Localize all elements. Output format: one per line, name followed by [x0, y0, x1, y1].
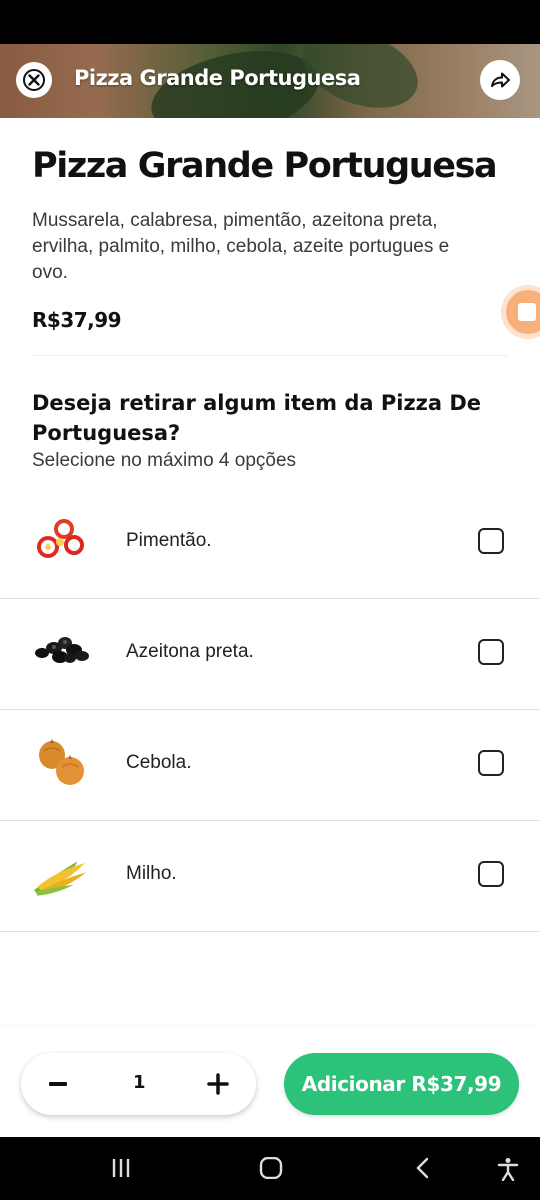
- plus-button[interactable]: [207, 1073, 229, 1095]
- option-item-azeitona[interactable]: Azeitona preta.: [0, 599, 540, 710]
- olive-icon: [35, 637, 89, 663]
- option-item-pimentao[interactable]: Pimentão.: [0, 488, 540, 599]
- status-bar: [0, 0, 540, 44]
- option-item-milho[interactable]: Milho.: [0, 821, 540, 932]
- minus-button[interactable]: [49, 1082, 67, 1086]
- product-price: R$37,99: [32, 308, 122, 332]
- product-header: Pizza Grande Portuguesa: [0, 44, 540, 118]
- recent-apps-icon[interactable]: [110, 1157, 132, 1179]
- corn-icon: [33, 861, 87, 896]
- option-label: Cebola.: [126, 752, 192, 773]
- option-label: Pimentão.: [126, 530, 212, 551]
- floating-chat-button[interactable]: [506, 290, 540, 334]
- header-title: Pizza Grande Portuguesa: [74, 66, 361, 90]
- option-checkbox[interactable]: [478, 861, 504, 887]
- onion-icon: [39, 739, 84, 785]
- chat-icon: [518, 303, 536, 321]
- product-title: Pizza Grande Portuguesa: [32, 146, 498, 186]
- home-icon[interactable]: [259, 1157, 283, 1179]
- pepper-icon: [37, 519, 84, 558]
- option-checkbox[interactable]: [478, 639, 504, 665]
- accessibility-icon[interactable]: [496, 1157, 520, 1181]
- question-subtitle: Selecione no máximo 4 opções: [32, 450, 297, 471]
- product-description: Mussarela, calabresa, pimentão, azeitona…: [32, 210, 450, 283]
- back-icon[interactable]: [414, 1157, 432, 1179]
- quantity-value: 1: [133, 1072, 146, 1093]
- option-label: Milho.: [126, 863, 177, 884]
- share-icon: [491, 72, 510, 88]
- share-button[interactable]: [480, 60, 520, 100]
- divider: [32, 355, 508, 356]
- option-checkbox[interactable]: [478, 750, 504, 776]
- bottom-action-bar: 1 Adicionar R$37,99: [0, 1026, 540, 1137]
- add-to-cart-button[interactable]: Adicionar R$37,99: [284, 1053, 519, 1115]
- option-item-cebola[interactable]: Cebola.: [0, 710, 540, 821]
- android-navigation-bar: [0, 1137, 540, 1200]
- close-button[interactable]: [16, 62, 52, 98]
- option-label: Azeitona preta.: [126, 641, 254, 662]
- option-checkbox[interactable]: [478, 528, 504, 554]
- options-list: Pimentão. Azeitona preta. Cebola. Milho.: [0, 488, 540, 932]
- add-button-label: Adicionar R$37,99: [301, 1072, 502, 1096]
- question-title: Deseja retirar algum item da Pizza De Po…: [32, 391, 482, 445]
- quantity-stepper: 1: [21, 1053, 256, 1115]
- close-icon: [23, 69, 45, 91]
